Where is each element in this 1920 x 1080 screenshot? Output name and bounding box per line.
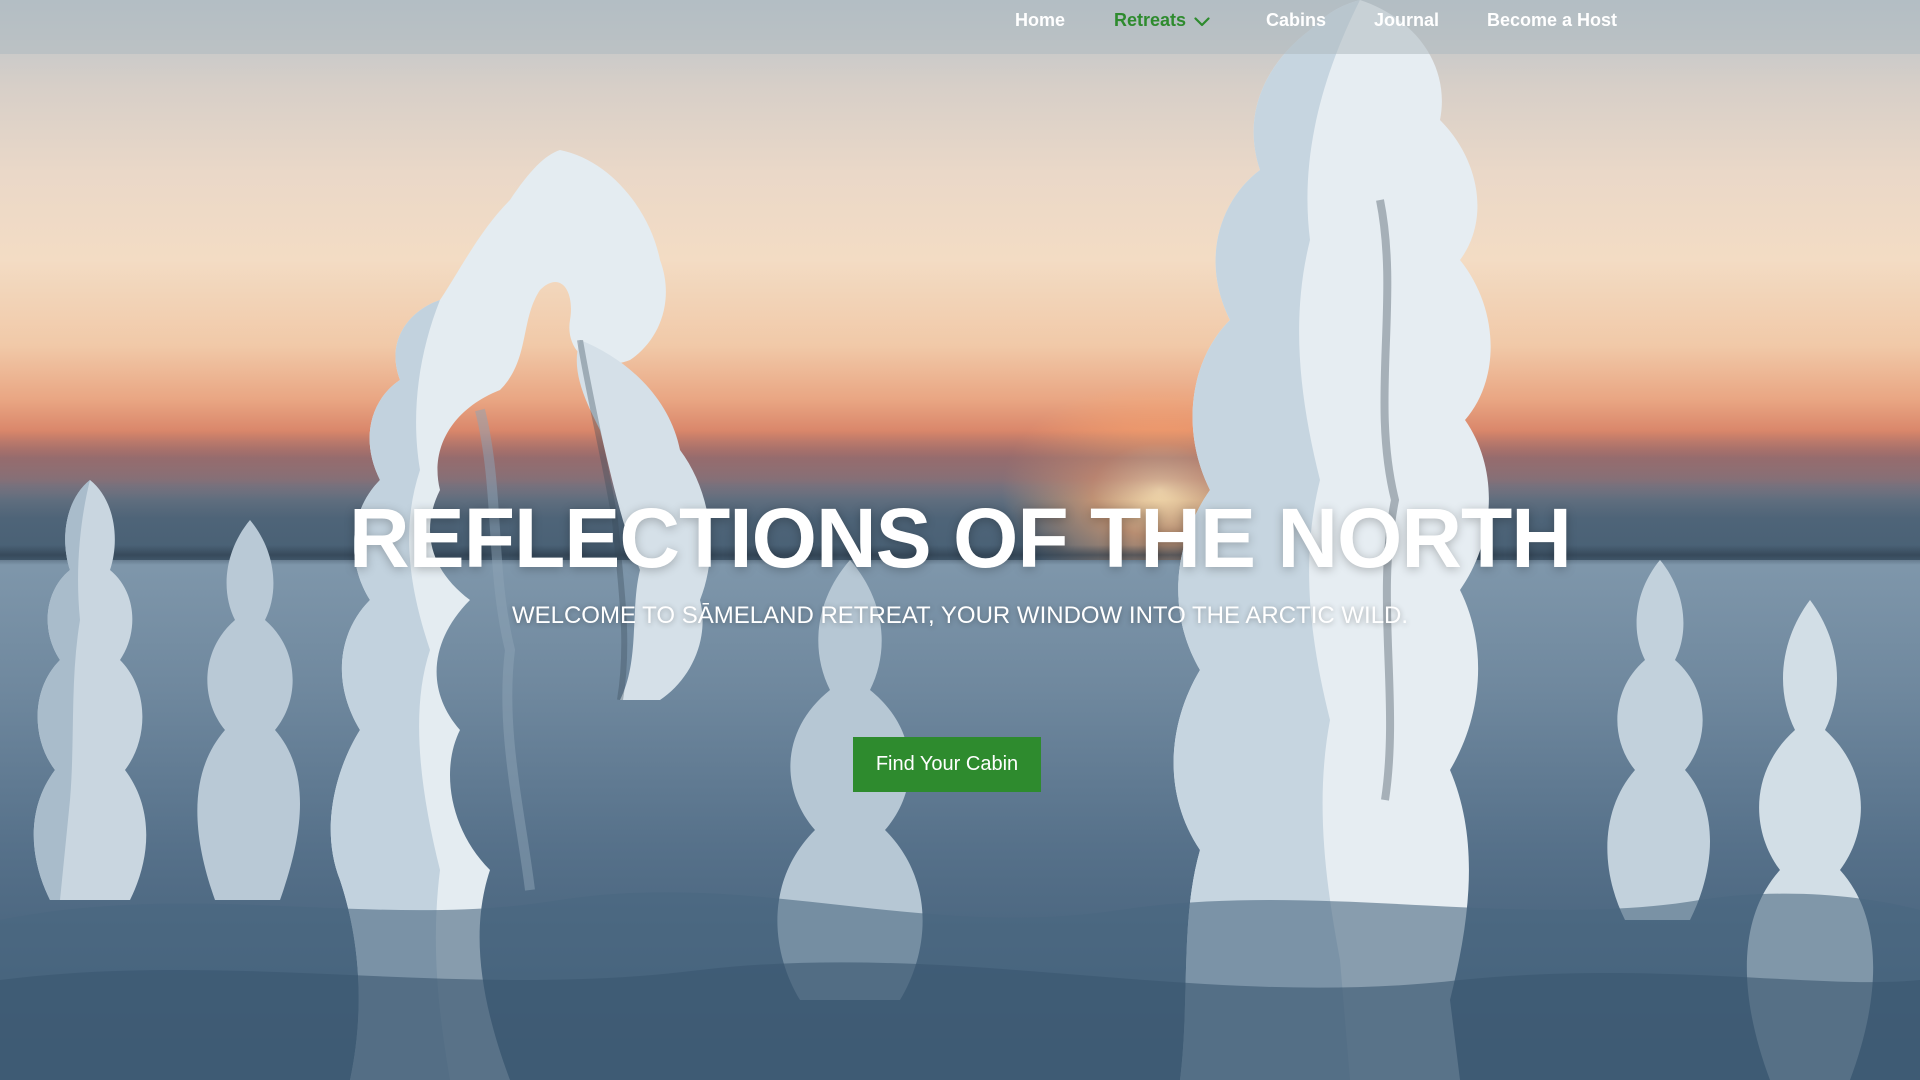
nav-item-journal[interactable]: Journal (1374, 8, 1439, 32)
chevron-down-icon (1194, 9, 1210, 33)
nav-item-retreats[interactable]: Retreats (1114, 8, 1210, 32)
nav-menu: Home Retreats Cabins Journal Become a Ho… (0, 0, 1920, 54)
top-navbar: Home Retreats Cabins Journal Become a Ho… (0, 0, 1920, 54)
find-your-cabin-button[interactable]: Find Your Cabin (853, 737, 1041, 792)
nav-item-home[interactable]: Home (1015, 8, 1065, 32)
hero-subtitle: WELCOME TO SĀMELAND RETREAT, YOUR WINDOW… (511, 602, 1409, 629)
nav-item-become-a-host[interactable]: Become a Host (1487, 8, 1617, 32)
snow-mound (0, 860, 1920, 1080)
nav-item-retreats-label: Retreats (1114, 10, 1187, 30)
hero-title: REFLECTIONS OF THE NORTH (349, 491, 1572, 585)
nav-item-cabins[interactable]: Cabins (1266, 8, 1326, 32)
